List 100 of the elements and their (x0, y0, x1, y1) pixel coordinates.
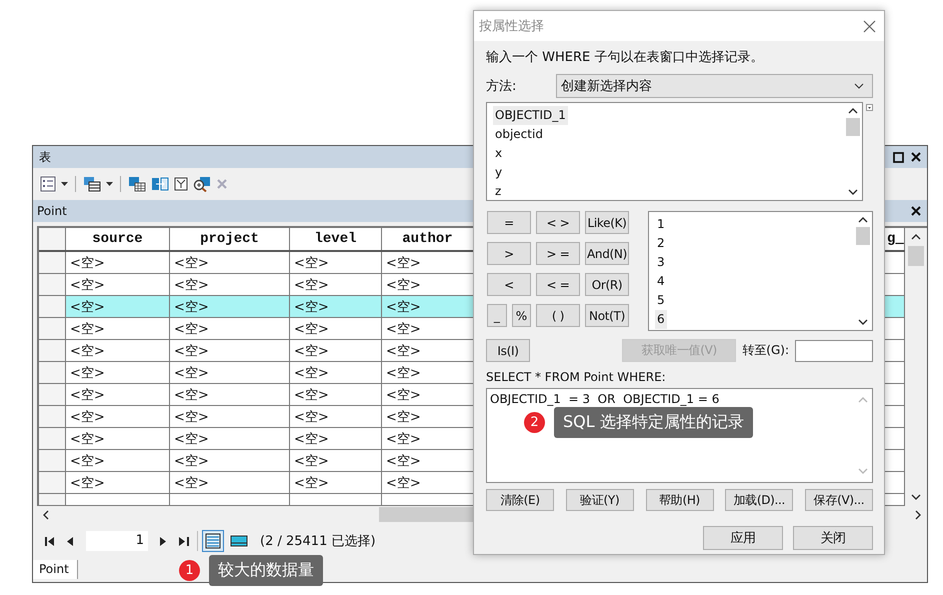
operator-button[interactable]: Not(T) (585, 304, 629, 327)
value-item[interactable]: 3 (655, 253, 667, 272)
query-label: SELECT * FROM Point WHERE: (486, 370, 667, 386)
operator-button[interactable]: ( ) (536, 304, 580, 327)
instruction-text: 输入一个 WHERE 子句以在表窗口中选择记录。 (486, 49, 764, 67)
field-item[interactable]: objectid (493, 125, 545, 144)
field-item[interactable]: z (493, 182, 504, 201)
maximize-icon[interactable] (893, 152, 904, 162)
table-cell-text: <空> (386, 408, 421, 426)
table-cell-text: <空> (386, 430, 421, 448)
action-button[interactable]: 加载(D)... (725, 489, 794, 511)
scroll-thumb[interactable] (856, 227, 870, 245)
first-record-icon[interactable] (45, 536, 55, 546)
table-cell-text: <空> (174, 474, 209, 492)
table-cell-text: <空> (174, 386, 209, 404)
caret-icon[interactable] (106, 182, 113, 186)
dialog-button[interactable]: 关闭 (793, 526, 873, 550)
table-cell-text: <空> (70, 452, 105, 470)
method-dropdown[interactable]: 创建新选择内容 (556, 74, 873, 98)
field-item[interactable]: x (493, 144, 504, 163)
action-button[interactable]: 帮助(H) (646, 489, 714, 511)
record-number-field[interactable]: 1 (86, 531, 148, 551)
table-cell-text: <空> (70, 320, 105, 338)
operator-button[interactable]: Or(R) (585, 273, 629, 296)
scroll-down-icon[interactable] (848, 189, 858, 195)
operator-button[interactable]: < > (536, 211, 580, 234)
dialog-button[interactable]: 应用 (703, 526, 783, 550)
operator-button[interactable]: % (512, 304, 531, 327)
scroll-thumb[interactable] (908, 246, 924, 266)
highlighted-row-icon (230, 535, 248, 547)
zoom-to-selected-icon[interactable] (193, 176, 211, 192)
previous-record-icon[interactable] (67, 536, 74, 546)
table-cell-text: <空> (386, 452, 421, 470)
table-cell-text: <空> (294, 342, 329, 360)
table-cell-text: <空> (294, 254, 329, 272)
close-icon[interactable] (911, 152, 921, 162)
callout-label: 较大的数据量 (209, 555, 323, 586)
is-button[interactable]: Is(I) (486, 339, 530, 362)
related-tables-icon[interactable] (83, 176, 101, 192)
value-item[interactable]: 1 (655, 215, 667, 234)
switch-selection-icon[interactable] (151, 176, 169, 192)
scroll-up-icon[interactable] (858, 217, 868, 223)
table-cell-text: <空> (174, 364, 209, 382)
column-header[interactable]: project (170, 228, 290, 250)
show-all-records-button[interactable] (202, 530, 224, 552)
table-cell-text: <空> (294, 320, 329, 338)
table-cell-text: <空> (70, 386, 105, 404)
table-cell-text: <空> (174, 320, 209, 338)
list-icon[interactable] (40, 176, 56, 192)
caret-icon[interactable] (61, 182, 68, 186)
close-icon[interactable] (863, 20, 876, 32)
goto-field[interactable] (795, 340, 873, 362)
operator-button[interactable]: And(N) (585, 242, 629, 265)
scroll-down-icon[interactable] (911, 494, 921, 500)
close-icon[interactable] (911, 206, 921, 216)
goto-label: 转至(G): (742, 342, 789, 359)
scroll-thumb[interactable] (846, 118, 860, 136)
table-cell-text: <空> (174, 452, 209, 470)
scroll-down-icon[interactable] (858, 319, 868, 325)
select-by-attributes-icon[interactable] (128, 176, 146, 192)
table-cell-text: <空> (386, 320, 421, 338)
operator-button[interactable]: _ (487, 304, 506, 327)
table-cell-text: <空> (294, 452, 329, 470)
operator-button[interactable]: < = (536, 273, 580, 296)
table-tab[interactable]: Point (33, 560, 78, 579)
next-record-icon[interactable] (160, 536, 167, 546)
column-header[interactable]: level (290, 228, 382, 250)
value-item[interactable]: 2 (655, 234, 667, 253)
table-cell-text: <空> (174, 342, 209, 360)
table-cell-text: <空> (70, 298, 105, 316)
clear-selection-icon[interactable] (174, 177, 188, 191)
value-item[interactable]: 4 (655, 272, 667, 291)
action-button[interactable]: 清除(E) (486, 489, 554, 511)
table-cell-text: <空> (294, 430, 329, 448)
operator-button[interactable]: Like(K) (585, 211, 629, 234)
operator-button[interactable]: < (487, 273, 531, 296)
field-item[interactable]: OBJECTID_1 (493, 106, 568, 125)
table-cell-text: <空> (386, 342, 421, 360)
table-tab[interactable]: Point (37, 204, 67, 218)
field-item[interactable]: y (493, 163, 504, 182)
table-cell-text: <空> (386, 276, 421, 294)
options-icon[interactable] (866, 104, 873, 111)
last-record-icon[interactable] (179, 536, 189, 546)
table-cell-text: <空> (174, 254, 209, 272)
scroll-left-icon[interactable] (43, 510, 49, 520)
action-button[interactable]: 保存(V)... (805, 489, 873, 511)
operator-button[interactable]: > (487, 242, 531, 265)
scroll-right-icon[interactable] (915, 510, 921, 520)
scroll-up-icon[interactable] (848, 108, 858, 114)
row-selector[interactable] (39, 228, 66, 250)
table-cell-text: <空> (70, 364, 105, 382)
operator-button[interactable]: > = (536, 242, 580, 265)
action-button[interactable]: 验证(Y) (566, 489, 634, 511)
table-cell-text: <空> (386, 474, 421, 492)
operator-button[interactable]: = (487, 211, 531, 234)
table-cell-text: <空> (174, 430, 209, 448)
scroll-up-icon[interactable] (911, 234, 921, 240)
value-item[interactable]: 6 (655, 310, 667, 329)
table-cell-text: <空> (386, 386, 421, 404)
column-header[interactable]: source (66, 228, 170, 250)
